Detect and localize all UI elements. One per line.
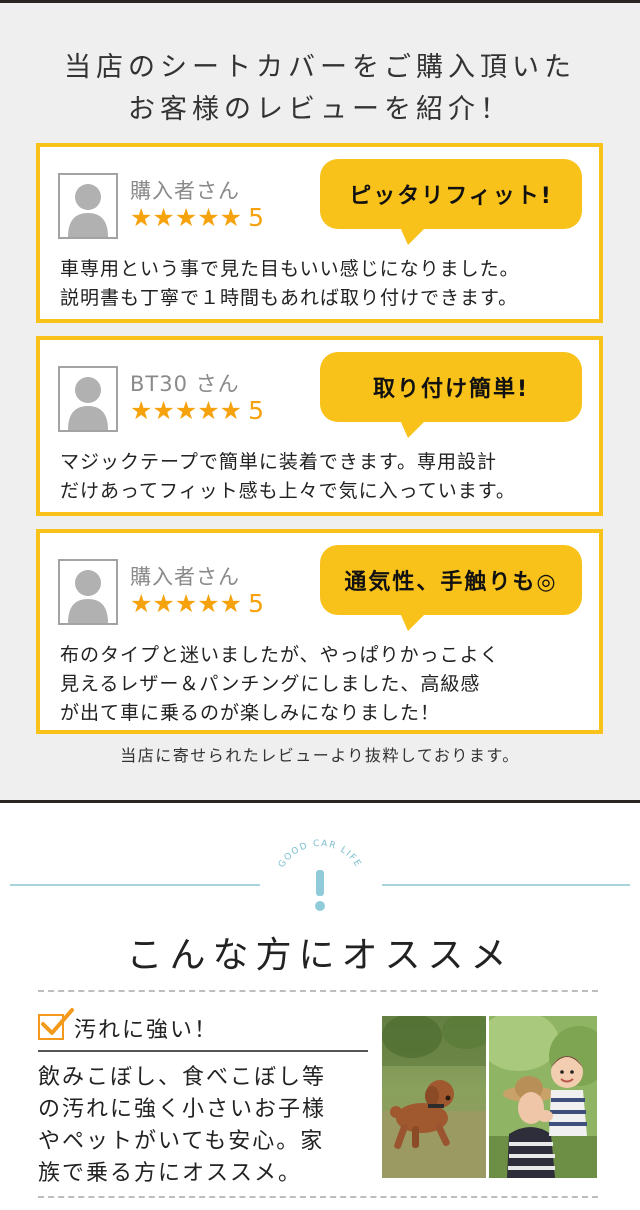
reviewer-name: 購入者さん bbox=[130, 179, 240, 203]
review-comment: 布のタイプと迷いましたが、やっぱりかっこよく 見えるレザー＆パンチングにしました… bbox=[60, 641, 590, 728]
recommend-title: こんな方にオススメ bbox=[126, 935, 514, 976]
review-comment-line: だけあってフィット感も上々で気に入っています。 bbox=[60, 480, 516, 502]
stars-icon: ★★★★★ bbox=[130, 589, 243, 618]
review-heading-line1: 当店のシートカバーをご購入頂いた bbox=[64, 52, 576, 83]
dashed-divider bbox=[38, 1196, 598, 1198]
person-placeholder-icon bbox=[58, 173, 118, 239]
review-comment-line: 見えるレザー＆パンチングにしました、高級感 bbox=[60, 673, 481, 695]
exclamation-badge-icon: GOOD CAR LIFE bbox=[258, 826, 382, 936]
review-comment-line: マジックテープで簡単に装着できます。専用設計 bbox=[60, 451, 497, 473]
divider-line-left bbox=[10, 884, 260, 886]
rating-score: 5 bbox=[248, 203, 264, 232]
recommend-text-line: の汚れに強く小さいお子様 bbox=[38, 1097, 327, 1122]
review-card: 購入者さん ★★★★★ 5 ピッタリフィット! 車専用という事で見た目もいい感じ… bbox=[36, 143, 603, 323]
reviewer-name: 購入者さん bbox=[130, 565, 240, 589]
person-placeholder-icon bbox=[58, 366, 118, 432]
recommend-item-text: 飲みこぼし、食べこぼし等 の汚れに強く小さいお子様 やペットがいても安心。家 族… bbox=[38, 1062, 368, 1190]
family-photo bbox=[489, 1016, 597, 1178]
reviewer-name: BT30 さん bbox=[130, 372, 240, 396]
item-title-underline bbox=[38, 1050, 368, 1052]
dog-photo bbox=[382, 1016, 486, 1178]
review-headline-bubble: ピッタリフィット! bbox=[320, 159, 582, 245]
recommend-text-line: 飲みこぼし、食べこぼし等 bbox=[38, 1065, 327, 1090]
recommend-item-title: 汚れに強い！ bbox=[74, 1018, 219, 1043]
recommend-text-line: やペットがいても安心。家 bbox=[38, 1129, 325, 1154]
review-comment-line: 車専用という事で見た目もいい感じになりました。 bbox=[60, 258, 520, 280]
review-comment-line: 説明書も丁寧で１時間もあれば取り付けできます。 bbox=[60, 287, 519, 309]
divider-line-right bbox=[382, 884, 630, 886]
review-disclaimer: 当店に寄せられたレビューより抜粋しております。 bbox=[120, 746, 520, 765]
review-comment: マジックテープで簡単に装着できます。専用設計 だけあってフィット感も上々で気に入… bbox=[60, 448, 590, 506]
review-heading-line2: お客様のレビューを紹介！ bbox=[128, 94, 512, 125]
review-card: BT30 さん ★★★★★ 5 取り付け簡単! マジックテープで簡単に装着できま… bbox=[36, 336, 603, 516]
star-rating: ★★★★★ 5 bbox=[130, 589, 264, 618]
checkbox-checked-icon bbox=[41, 1008, 74, 1035]
review-comment-line: が出て車に乗るのが楽しみになりました！ bbox=[60, 702, 441, 724]
review-headline-bubble: 通気性、手触りも◎ bbox=[320, 545, 582, 631]
review-comment-line: 布のタイプと迷いましたが、やっぱりかっこよく bbox=[60, 644, 500, 666]
review-section: 当店のシートカバーをご購入頂いた お客様のレビューを紹介！ 購入者さん ★★★★… bbox=[0, 0, 640, 803]
rating-score: 5 bbox=[248, 589, 264, 618]
recommend-text-line: 族で乗る方にオススメ。 bbox=[38, 1161, 303, 1186]
rating-score: 5 bbox=[248, 396, 264, 425]
person-placeholder-icon bbox=[58, 559, 118, 625]
review-headline-bubble: 取り付け簡単! bbox=[320, 352, 582, 438]
recommend-section: GOOD CAR LIFE こんな方にオススメ 汚れに強い！ 飲みこぼし、食べこ… bbox=[0, 806, 640, 1210]
review-card: 購入者さん ★★★★★ 5 通気性、手触りも◎ 布のタイプと迷いましたが、やっぱ… bbox=[36, 529, 603, 734]
stars-icon: ★★★★★ bbox=[130, 396, 243, 425]
dashed-divider bbox=[38, 990, 598, 992]
review-comment: 車専用という事で見た目もいい感じになりました。 説明書も丁寧で１時間もあれば取り… bbox=[60, 255, 590, 313]
stars-icon: ★★★★★ bbox=[130, 203, 243, 232]
star-rating: ★★★★★ 5 bbox=[130, 203, 264, 232]
review-heading: 当店のシートカバーをご購入頂いた お客様のレビューを紹介！ bbox=[0, 47, 640, 131]
star-rating: ★★★★★ 5 bbox=[130, 396, 264, 425]
